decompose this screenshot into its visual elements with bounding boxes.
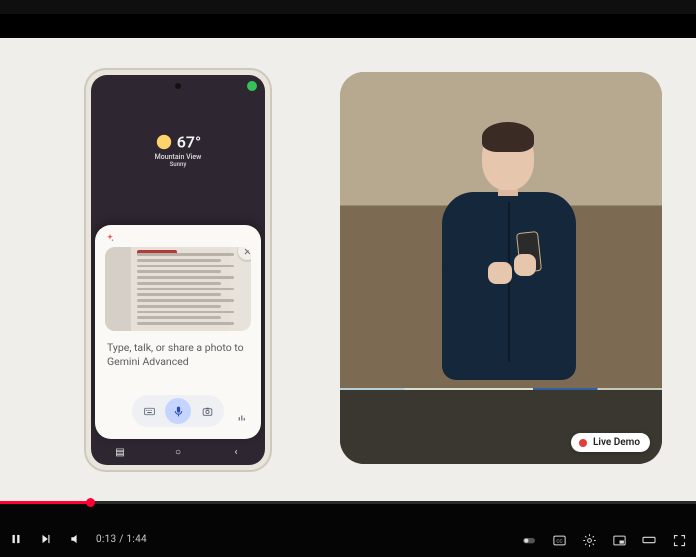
miniplayer-button[interactable]	[610, 531, 628, 549]
back-button[interactable]: ‹	[227, 447, 245, 458]
input-mode-pill	[132, 395, 224, 427]
camera-button[interactable]	[194, 398, 220, 424]
svg-text:CC: CC	[556, 538, 562, 543]
attached-photo-thumbnail[interactable]	[105, 247, 251, 331]
recents-button[interactable]: ▤	[111, 447, 129, 458]
battery-indicator-icon	[247, 81, 257, 91]
photo-table-rows	[137, 253, 242, 325]
camera-punchhole	[175, 83, 181, 89]
gemini-sheet: Type, talk, or share a photo to Gemini A…	[95, 225, 261, 439]
fullscreen-button[interactable]	[670, 531, 688, 549]
closed-captions-button[interactable]: CC	[550, 531, 568, 549]
next-button[interactable]	[36, 529, 56, 549]
record-dot-icon	[579, 439, 587, 447]
equalizer-icon[interactable]	[237, 413, 247, 423]
home-button[interactable]: ○	[169, 447, 187, 458]
progress-scrubber[interactable]	[86, 498, 95, 507]
titlebar-region	[0, 0, 696, 14]
weather-condition: Sunny	[91, 161, 265, 168]
phone-screen: 67° Mountain View Sunny	[91, 75, 265, 465]
live-demo-label: Live Demo	[593, 437, 640, 448]
video-frame: 67° Mountain View Sunny	[0, 38, 696, 502]
autoplay-toggle[interactable]	[520, 531, 538, 549]
time-total: 1:44	[126, 534, 146, 545]
progress-track[interactable]	[0, 501, 696, 504]
settings-button[interactable]	[580, 531, 598, 549]
time-current: 0:13	[96, 534, 116, 545]
volume-button[interactable]	[66, 529, 86, 549]
live-demo-badge: Live Demo	[571, 433, 650, 452]
video-player: 67° Mountain View Sunny	[0, 0, 696, 557]
player-controls-bar: 0:13 / 1:44 CC	[0, 501, 696, 557]
time-display: 0:13 / 1:44	[96, 534, 147, 545]
right-controls: CC	[520, 531, 688, 549]
microphone-button[interactable]	[165, 398, 191, 424]
left-controls: 0:13 / 1:44	[6, 529, 147, 549]
theater-button[interactable]	[640, 531, 658, 549]
presenter-figure	[426, 122, 594, 402]
keyboard-button[interactable]	[136, 398, 162, 424]
sun-icon	[155, 133, 173, 151]
sparkle-icon	[105, 233, 115, 243]
weather-location: Mountain View	[91, 153, 265, 161]
weather-widget: 67° Mountain View Sunny	[91, 131, 265, 168]
play-pause-button[interactable]	[6, 529, 26, 549]
live-demo-panel: Live Demo	[340, 72, 662, 464]
android-nav-bar: ▤ ○ ‹	[91, 443, 265, 461]
phone-mockup: 67° Mountain View Sunny	[84, 68, 272, 472]
temperature-value: 67°	[177, 132, 201, 151]
progress-played	[0, 501, 90, 504]
gemini-prompt-placeholder[interactable]: Type, talk, or share a photo to Gemini A…	[107, 341, 249, 369]
